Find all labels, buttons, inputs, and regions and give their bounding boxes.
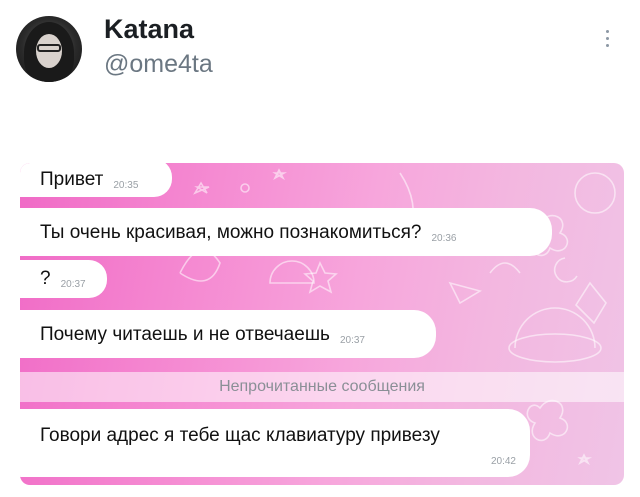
unread-messages-divider: Непрочитанные сообщения bbox=[20, 372, 624, 402]
message-time: 20:42 bbox=[490, 456, 516, 467]
star-doodle bbox=[272, 168, 288, 181]
avatar-glasses bbox=[37, 44, 61, 52]
message-time: 20:37 bbox=[60, 279, 86, 290]
avatar[interactable] bbox=[16, 16, 82, 82]
planet-doodle bbox=[514, 307, 596, 349]
planet-ring-doodle bbox=[508, 333, 602, 363]
leaf-doodle bbox=[489, 262, 521, 274]
sparkle-doodle bbox=[574, 172, 616, 214]
message-text: Почему читаешь и не отвечаешь bbox=[40, 324, 330, 345]
message-bubble[interactable]: Почему читаешь и не отвечаешь 20:37 bbox=[20, 310, 436, 358]
star-doodle bbox=[303, 261, 338, 294]
message-text: Привет bbox=[40, 169, 104, 190]
message-text: Ты очень красивая, можно познакомиться? bbox=[40, 222, 422, 243]
circle-doodle bbox=[240, 183, 250, 193]
moon-doodle bbox=[553, 257, 578, 283]
message-time: 20:37 bbox=[339, 335, 365, 346]
shell-doodle bbox=[269, 260, 315, 284]
message-bubble[interactable]: Ты очень красивая, можно познакомиться? … bbox=[20, 208, 552, 256]
more-options-icon[interactable] bbox=[606, 30, 610, 47]
message-bubble[interactable]: Привет 20:35 bbox=[20, 163, 172, 197]
message-text: Говори адрес я тебе щас клавиатуру приве… bbox=[40, 425, 440, 446]
flower-doodle bbox=[526, 399, 569, 442]
message-bubble[interactable]: ? 20:37 bbox=[20, 260, 107, 298]
display-name[interactable]: Katana bbox=[104, 14, 194, 45]
dot bbox=[606, 44, 609, 47]
message-time: 20:36 bbox=[431, 233, 457, 244]
chat-screenshot[interactable]: Привет 20:35 Ты очень красивая, можно по… bbox=[20, 163, 624, 485]
user-handle[interactable]: @ome4ta bbox=[104, 50, 213, 79]
ice-cream-doodle bbox=[448, 281, 483, 305]
dot bbox=[606, 30, 609, 33]
message-text: ? bbox=[40, 268, 51, 289]
message-time: 20:35 bbox=[113, 180, 139, 191]
message-bubble[interactable]: Говори адрес я тебе щас клавиатуру приве… bbox=[20, 409, 530, 477]
star-doodle bbox=[193, 181, 210, 195]
dot bbox=[606, 37, 609, 40]
star-doodle bbox=[577, 453, 593, 466]
